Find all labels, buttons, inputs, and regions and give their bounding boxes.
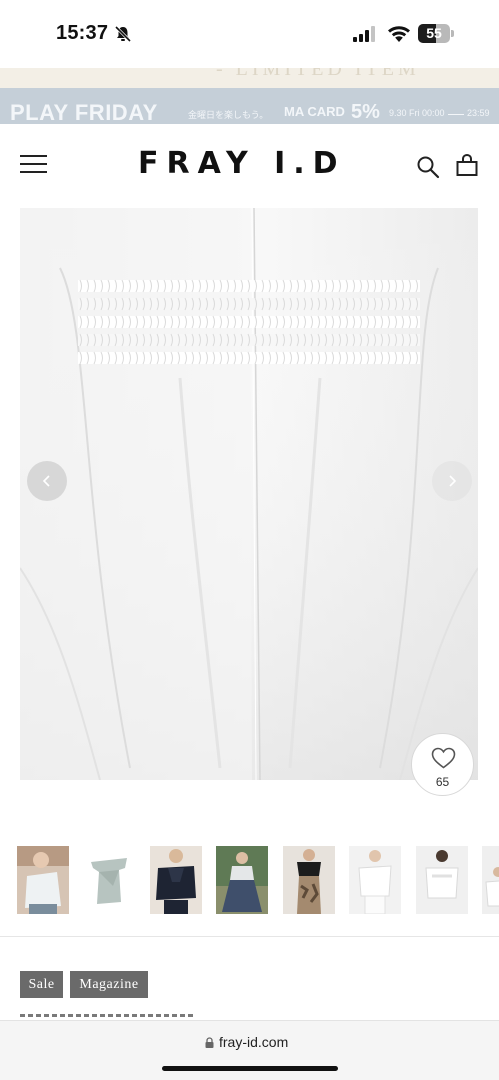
- battery-indicator: 55: [418, 24, 454, 43]
- thumbnail-4[interactable]: [216, 846, 268, 914]
- status-time: 15:37: [56, 22, 109, 44]
- brand-logo[interactable]: FRAY I.D: [138, 146, 346, 181]
- sale-tag[interactable]: Sale: [20, 971, 63, 998]
- limited-item-banner[interactable]: - LIMITED ITEM: [0, 68, 499, 88]
- campaign-end: 23:59: [467, 108, 490, 118]
- heart-icon: [431, 747, 456, 769]
- product-main-image[interactable]: [20, 208, 478, 780]
- thumbnail-3[interactable]: [150, 846, 202, 914]
- campaign-start: 9.30 Fri 00:00: [389, 108, 445, 118]
- battery-level: 55: [426, 25, 442, 41]
- browser-address-bar[interactable]: fray-id.com: [0, 1020, 499, 1080]
- chevron-right-icon: [449, 475, 457, 487]
- thumbnail-2[interactable]: [83, 846, 135, 914]
- cellular-signal-icon: [353, 26, 375, 42]
- search-icon[interactable]: [416, 155, 440, 179]
- ma-card-label: MA CARD: [284, 104, 345, 119]
- home-indicator: [162, 1066, 338, 1071]
- product-page: 15:37 55 - LIMITED ITEM PLAY FRIDAY 金曜日を…: [0, 0, 499, 1080]
- bell-slash-icon: [114, 25, 132, 43]
- thumbnail-5[interactable]: [283, 846, 335, 914]
- favorite-button[interactable]: 65: [411, 733, 474, 796]
- hamburger-menu-icon[interactable]: [20, 153, 47, 175]
- thumbnail-7[interactable]: [416, 846, 468, 914]
- limited-item-text: - LIMITED ITEM: [216, 68, 420, 80]
- section-divider: [0, 936, 499, 937]
- chevron-left-icon: [42, 475, 50, 487]
- play-friday-banner[interactable]: PLAY FRIDAY 金曜日を楽しもう。 MA CARD 5% 9.30 Fr…: [0, 88, 499, 124]
- status-bar: 15:37 55: [0, 0, 499, 68]
- thumbnail-strip: [0, 846, 499, 916]
- carousel-next-button[interactable]: [432, 461, 472, 501]
- play-friday-title: PLAY FRIDAY: [10, 100, 158, 124]
- discount-percent: 5%: [351, 101, 380, 123]
- campaign-dash: [448, 114, 464, 115]
- site-header: FRAY I.D: [0, 124, 499, 208]
- favorite-count: 65: [435, 775, 450, 789]
- lock-icon: [205, 1037, 214, 1048]
- url-text: fray-id.com: [219, 1034, 289, 1050]
- shopping-bag-icon[interactable]: [455, 153, 479, 177]
- magazine-tag[interactable]: Magazine: [70, 971, 148, 998]
- thumbnail-8[interactable]: [482, 846, 499, 914]
- play-friday-subtitle: 金曜日を楽しもう。: [188, 110, 269, 120]
- carousel-prev-button[interactable]: [27, 461, 67, 501]
- thumbnail-1[interactable]: [17, 846, 69, 914]
- wifi-icon: [388, 26, 410, 42]
- thumbnail-6[interactable]: [349, 846, 401, 914]
